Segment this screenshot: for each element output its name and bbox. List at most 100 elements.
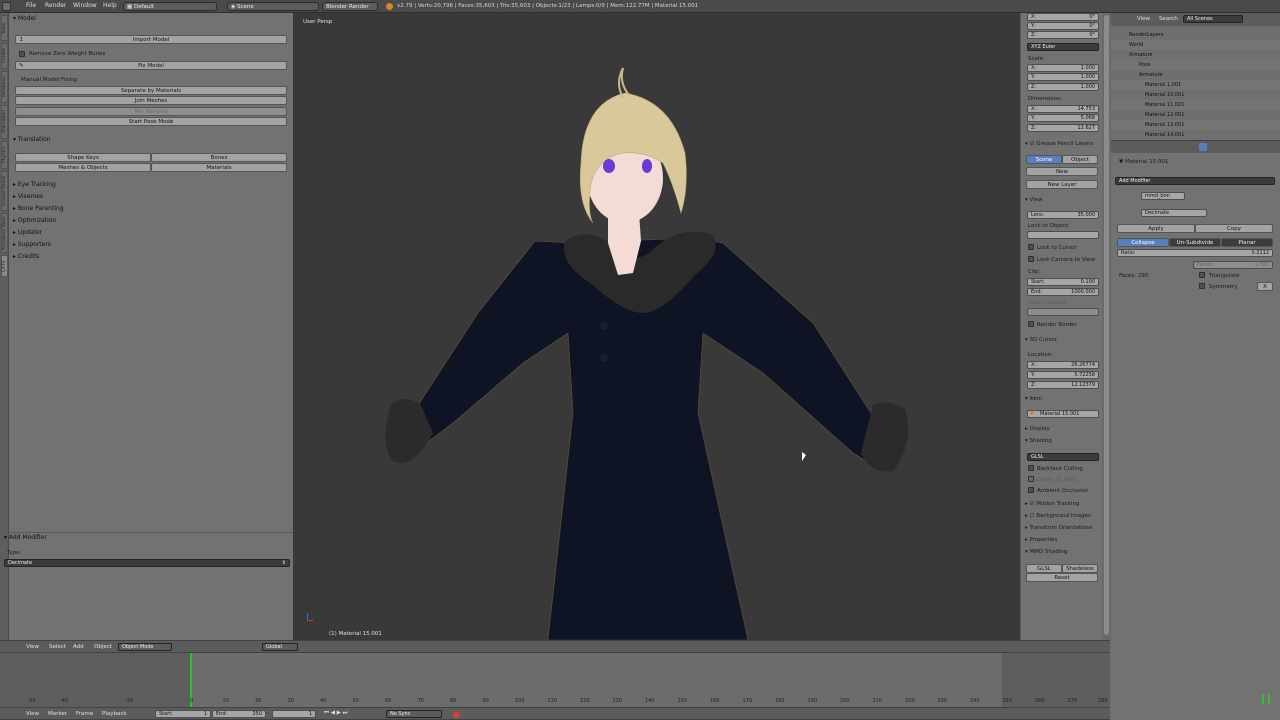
lens-field[interactable]: Lens: 35.000 xyxy=(1027,211,1099,219)
join-meshes-button[interactable]: Join Meshes xyxy=(15,96,287,105)
modifier1-name-field[interactable]: mmd_bon xyxy=(1141,192,1185,200)
character-model[interactable] xyxy=(293,13,1020,640)
tab-create[interactable]: Create xyxy=(1,43,8,69)
panel-optimization[interactable]: ▸ Optimization xyxy=(13,217,56,224)
timeline-playback-menu[interactable]: Playback xyxy=(102,711,127,717)
mix-weights-button[interactable]: Mix Weights xyxy=(15,107,287,116)
factor-field[interactable]: Factor: 1.000 xyxy=(1193,261,1273,269)
scale-y-field[interactable]: Y: 1.000 xyxy=(1027,73,1099,81)
remove-zero-weight-checkbox[interactable] xyxy=(19,51,25,57)
view-panel-header[interactable]: ▾ View xyxy=(1025,197,1043,203)
menu-add[interactable]: Add xyxy=(73,644,84,650)
properties-panel-header[interactable]: ▸ Properties xyxy=(1025,537,1057,543)
reset-button[interactable]: Reset xyxy=(1026,573,1098,582)
lock-object-field[interactable] xyxy=(1027,231,1099,239)
dim-x-field[interactable]: X: 14.753 xyxy=(1027,105,1099,113)
outliner-row[interactable]: Material 11.001 xyxy=(1111,100,1280,110)
editor-type-icon[interactable] xyxy=(2,2,11,11)
gp-scene-button[interactable]: Scene xyxy=(1026,155,1062,164)
shape-keys-button[interactable]: Shape Keys xyxy=(15,153,151,162)
grease-pencil-header[interactable]: ▾ ☑ Grease Pencil Layers xyxy=(1025,141,1093,147)
panel-translation-header[interactable]: ▾ Translation xyxy=(13,136,51,143)
outliner-row[interactable]: Material 10.001 xyxy=(1111,90,1280,100)
symmetry-checkbox[interactable] xyxy=(1199,283,1205,289)
gp-object-button[interactable]: Object xyxy=(1062,155,1098,164)
ratio-slider[interactable]: Ratio: 0.2112 xyxy=(1117,249,1273,257)
panel-visemes[interactable]: ▸ Visemes xyxy=(13,193,43,200)
render-border-checkbox[interactable] xyxy=(1028,321,1034,327)
mode-selector[interactable]: Object Mode xyxy=(118,643,172,651)
tab-physics[interactable]: Physics xyxy=(1,141,8,169)
tab-armature-tools[interactable]: Armature Tools xyxy=(1,213,8,253)
tab-cats[interactable]: CATS xyxy=(1,255,8,277)
panel-bone-parenting[interactable]: ▸ Bone Parenting xyxy=(13,205,64,212)
record-icon[interactable] xyxy=(453,711,460,718)
outliner-row[interactable]: Armature xyxy=(1111,50,1280,60)
dim-z-field[interactable]: Z: 12.627 xyxy=(1027,124,1099,132)
current-frame-field[interactable]: 1 xyxy=(272,710,316,718)
outliner-search-menu[interactable]: Search xyxy=(1159,16,1178,22)
clip-end-field[interactable]: End: 1000.000 xyxy=(1027,288,1099,296)
cursor-z-field[interactable]: Z: 12.12379 xyxy=(1027,381,1099,389)
planar-button[interactable]: Planar xyxy=(1221,238,1273,247)
outliner-filter-dropdown[interactable]: All Scenes xyxy=(1183,15,1243,23)
render-engine-selector[interactable]: Blender Render xyxy=(322,2,378,11)
display-panel-header[interactable]: ▸ Display xyxy=(1025,426,1050,432)
panel-eye-tracking[interactable]: ▸ Eye Tracking xyxy=(13,181,56,188)
scrollbar-thumb[interactable] xyxy=(1104,15,1109,635)
modifier-type-dropdown[interactable]: Decimate ⇕ xyxy=(4,559,290,567)
outliner-view-menu[interactable]: View xyxy=(1137,16,1150,22)
start-frame-field[interactable]: Start: 1 xyxy=(155,710,211,718)
3d-viewport[interactable]: User Persp (1) Material 15.001 xyxy=(293,13,1020,640)
timeline-view-menu[interactable]: View xyxy=(26,711,39,717)
panel-credits[interactable]: ▸ Credits xyxy=(13,253,39,260)
start-pose-mode-button[interactable]: Start Pose Mode xyxy=(15,117,287,126)
menu-view[interactable]: View xyxy=(26,644,39,650)
item-panel-header[interactable]: ▾ Item xyxy=(1025,396,1042,402)
panel-updater[interactable]: ▸ Updater xyxy=(13,229,42,236)
local-camera-field[interactable] xyxy=(1027,308,1099,316)
menu-help[interactable]: Help xyxy=(103,2,117,9)
tab-grease-pencil[interactable]: Grease Pencil xyxy=(1,171,8,211)
item-name-field[interactable]: ▼ Material 15.001 xyxy=(1027,410,1099,418)
background-images-header[interactable]: ▸ ☐ Background Images xyxy=(1025,513,1091,519)
clip-start-field[interactable]: Start: 0.100 xyxy=(1027,278,1099,286)
rotation-y-field[interactable]: Y: 0° xyxy=(1027,22,1099,30)
layout-selector[interactable]: ▦ Default xyxy=(123,2,217,11)
copy-button[interactable]: Copy xyxy=(1195,224,1273,233)
shadeless-button[interactable]: Shadeless xyxy=(1062,564,1098,573)
triangulate-checkbox[interactable] xyxy=(1199,272,1205,278)
scene-selector[interactable]: ◈ Scene xyxy=(227,2,319,11)
materials-button[interactable]: Materials xyxy=(151,163,287,172)
menu-window[interactable]: Window xyxy=(73,2,97,9)
meshes-objects-button[interactable]: Meshes & Objects xyxy=(15,163,151,172)
outliner-row[interactable]: Material 13.001 xyxy=(1111,120,1280,130)
separate-materials-button[interactable]: Separate by Materials xyxy=(15,86,287,95)
import-model-button[interactable]: ↥ Import Model xyxy=(15,35,287,44)
outliner-row[interactable]: Material 1.001 xyxy=(1111,80,1280,90)
cursor-y-field[interactable]: Y: 5.72258 xyxy=(1027,371,1099,379)
tab-tools[interactable]: Tools xyxy=(1,15,8,41)
shading-panel-header[interactable]: ▾ Shading xyxy=(1025,438,1052,444)
dim-y-field[interactable]: Y: 5.068 xyxy=(1027,114,1099,122)
ambient-occlusion-checkbox[interactable] xyxy=(1028,487,1034,493)
scale-x-field[interactable]: X: 1.000 xyxy=(1027,64,1099,72)
cursor-panel-header[interactable]: ▾ 3D Cursor xyxy=(1025,337,1057,343)
collapse-button[interactable]: Collapse xyxy=(1117,238,1169,247)
menu-select[interactable]: Select xyxy=(49,644,66,650)
unsubdivide-button[interactable]: Un-Subdivide xyxy=(1169,238,1221,247)
menu-object[interactable]: Object xyxy=(94,644,112,650)
menu-file[interactable]: File xyxy=(26,2,36,9)
outliner-row[interactable]: Pose xyxy=(1111,60,1280,70)
timeline-frame-menu[interactable]: Frame xyxy=(76,711,93,717)
rotation-mode-dropdown[interactable]: XYZ Euler xyxy=(1027,43,1099,51)
end-frame-field[interactable]: End: 250 xyxy=(212,710,266,718)
playback-controls[interactable]: ⏮ ◀ ▶ ⏭ xyxy=(324,710,384,719)
fix-model-button[interactable]: ✎ Fix Model xyxy=(15,61,287,70)
depth-of-field-checkbox[interactable] xyxy=(1028,476,1034,482)
outliner-row[interactable]: Material 14.001 xyxy=(1111,130,1280,140)
outliner-row[interactable]: Material 12.001 xyxy=(1111,110,1280,120)
new-layer-button[interactable]: New Layer xyxy=(1026,180,1098,189)
lock-camera-checkbox[interactable] xyxy=(1028,256,1034,262)
panel-model-header[interactable]: ▾ Model xyxy=(13,15,36,22)
